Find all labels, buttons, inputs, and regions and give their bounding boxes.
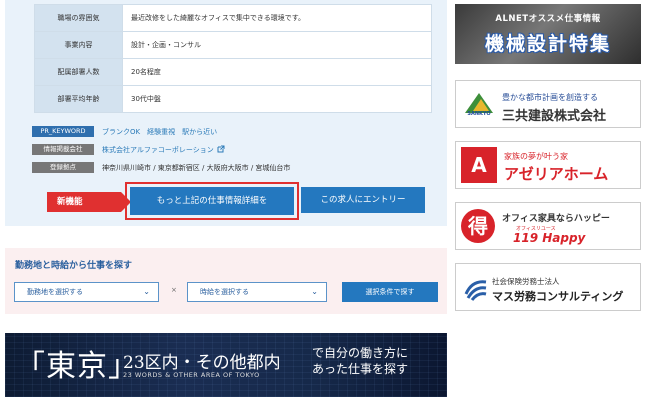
banner-title: 「東京」	[15, 349, 139, 384]
banner-subtitle: 23区内・その他都内	[123, 353, 281, 373]
company-link[interactable]: 株式会社アルファコーポレーション	[102, 145, 214, 155]
row-value: 20名程度	[122, 58, 432, 86]
new-feature-label: 新機能	[47, 192, 131, 212]
chevron-down-icon: ⌄	[311, 287, 318, 296]
search-submit-button[interactable]: 選択条件で探す	[342, 282, 438, 302]
banner-tagline-line2: あった仕事を探す	[312, 362, 409, 376]
ad1-small-text: ALNETオススメ仕事情報	[495, 14, 601, 24]
location-tag: 登録拠点	[32, 162, 94, 173]
tokyo-banner[interactable]: 「東京」 23区内・その他都内 23 WORDS & OTHER AREA OF…	[5, 333, 447, 397]
keyword-tag: PR_KEYWORD	[32, 126, 94, 137]
search-title: 勤務地と時給から仕事を探す	[15, 261, 133, 271]
row-label: 職場の雰囲気	[34, 4, 123, 32]
ad-azalea-home[interactable]: A 家族の夢が叶う家 アゼリアホーム	[455, 141, 641, 189]
sankyo-logo-icon: SANKYO	[462, 91, 496, 117]
table-row: 部署平均年齢 30代中盤	[34, 85, 432, 113]
ad4-line3: 119 Happy	[513, 231, 586, 245]
detail-button-frame: もっと上記の仕事情報詳細を	[125, 182, 299, 220]
job-info-table: 職場の雰囲気 最近改修をした綺麗なオフィスで集中できる環境です。 事業内容 設計…	[34, 4, 432, 113]
table-row: 事業内容 設計・企画・コンサル	[34, 31, 432, 59]
location-select[interactable]: 勤務地を選択する ⌄	[14, 282, 159, 302]
row-value: 設計・企画・コンサル	[122, 31, 432, 59]
masu-logo-icon	[462, 274, 490, 302]
ad3-line1: 家族の夢が叶う家	[504, 152, 568, 161]
ad-mechanical-design[interactable]: ALNETオススメ仕事情報 機械設計特集	[455, 4, 641, 64]
page-root: 職場の雰囲気 最近改修をした綺麗なオフィスで集中できる環境です。 事業内容 設計…	[0, 0, 645, 401]
row-label: 部署平均年齢	[34, 85, 123, 113]
company-tag: 情報掲載会社	[32, 144, 94, 155]
sankyo-logo-text: SANKYO	[467, 111, 491, 117]
ad2-line2: 三共建設株式会社	[502, 109, 607, 124]
toku-logo-icon: 得	[461, 209, 495, 243]
ad5-line1: 社会保険労務士法人	[492, 277, 560, 286]
table-row: 配属部署人数 20名程度	[34, 58, 432, 86]
location-list: 神奈川県川崎市 / 東京都新宿区 / 大阪府大阪市 / 宮城仙台市	[102, 163, 291, 172]
search-panel: 勤務地と時給から仕事を探す 勤務地を選択する ⌄ × 時給を選択する ⌄ 選択条…	[5, 248, 447, 314]
chevron-down-icon: ⌄	[143, 287, 150, 296]
entry-button[interactable]: この求人にエントリー	[301, 187, 425, 213]
ad-sankyo[interactable]: SANKYO 豊かな都市計画を創造する 三共建設株式会社	[455, 80, 641, 128]
ad5-line2: マス労務コンサルティング	[492, 290, 624, 303]
times-symbol: ×	[171, 286, 177, 294]
banner-tagline: で自分の働き方に あった仕事を探す	[312, 345, 408, 377]
row-value: 最近改修をした綺麗なオフィスで集中できる環境です。	[122, 4, 432, 32]
banner-tagline-line1: で自分の働き方に	[312, 346, 409, 360]
ad-masu-roumu[interactable]: 社会保険労務士法人 マス労務コンサルティング	[455, 263, 641, 311]
location-row: 登録拠点 神奈川県川崎市 / 東京都新宿区 / 大阪府大阪市 / 宮城仙台市	[32, 162, 290, 173]
row-label: 事業内容	[34, 31, 123, 59]
ad2-line1: 豊かな都市計画を創造する	[502, 93, 598, 102]
ad4-line1: オフィス家具ならハッピー	[502, 214, 610, 224]
ad1-big-text: 機械設計特集	[484, 33, 611, 55]
job-detail-button[interactable]: もっと上記の仕事情報詳細を	[130, 187, 294, 215]
ad-office-happy[interactable]: 得 オフィス家具ならハッピー オフィスリユース 119 Happy	[455, 202, 641, 250]
keyword-links[interactable]: ブランクOK 経験重視 駅から近い	[102, 127, 217, 137]
company-row: 情報掲載会社 株式会社アルファコーポレーション	[32, 144, 225, 155]
external-link-icon[interactable]	[217, 145, 225, 155]
row-value: 30代中盤	[122, 85, 432, 113]
keyword-row: PR_KEYWORD ブランクOK 経験重視 駅から近い	[32, 126, 217, 137]
wage-select-label: 時給を選択する	[200, 288, 249, 296]
azalea-logo-icon: A	[461, 147, 497, 183]
table-row: 職場の雰囲気 最近改修をした綺麗なオフィスで集中できる環境です。	[34, 4, 432, 32]
row-label: 配属部署人数	[34, 58, 123, 86]
ad3-line2: アゼリアホーム	[504, 165, 609, 183]
wage-select[interactable]: 時給を選択する ⌄	[187, 282, 327, 302]
banner-english: 23 WORDS & OTHER AREA OF TOKYO	[123, 371, 260, 379]
location-select-label: 勤務地を選択する	[27, 288, 83, 296]
